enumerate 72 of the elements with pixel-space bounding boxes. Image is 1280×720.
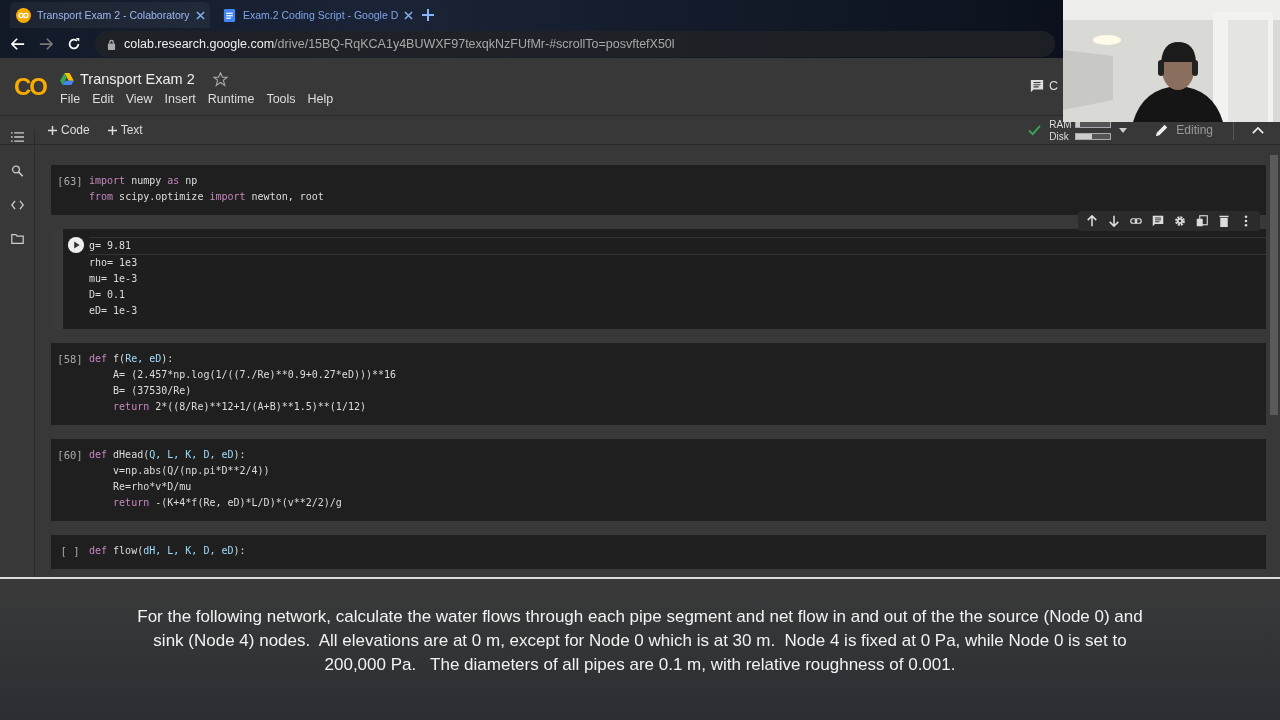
up-arrow-icon[interactable] bbox=[1086, 215, 1098, 227]
back-arrow-icon[interactable] bbox=[11, 37, 25, 51]
code-line: B= (37530/Re) bbox=[112, 384, 193, 398]
code-cell[interactable]: [58] def f(Re, eD): A= (2.457*np.log(1/((7./Re)**0.9+0.27*eD)))**16 B= (37530/Re) return 2*((8/Re)**12+1/(A+B)**1.5)**(1/12) bbox=[51, 343, 1266, 425]
plus-icon bbox=[107, 125, 117, 135]
url-host: colab.research.google.com bbox=[124, 37, 275, 51]
code-line: import numpy as np bbox=[89, 174, 199, 188]
code-line: return -(K+4*f(Re, eD)*L/D)*(v**2/2)/g bbox=[112, 496, 343, 510]
colab-logo[interactable]: CO bbox=[0, 72, 60, 101]
scrollbar[interactable] bbox=[1270, 155, 1278, 415]
execution-count: [58] bbox=[57, 352, 83, 367]
comment-label[interactable]: C bbox=[1048, 79, 1058, 93]
browser-tab[interactable]: Exam.2 Coding Script - Google D bbox=[216, 2, 416, 28]
settings-icon[interactable] bbox=[1174, 215, 1186, 227]
code-line: A= (2.457*np.log(1/((7./Re)**0.9+0.27*eD)))**16 bbox=[112, 368, 398, 382]
code-line: mu= 1e-3 bbox=[89, 272, 139, 286]
execution-count: [63] bbox=[57, 174, 83, 189]
lock-icon bbox=[107, 38, 116, 50]
down-arrow-icon[interactable] bbox=[1108, 215, 1120, 227]
code-cell[interactable]: [60] def dHead(Q, L, K, D, eD): v=np.abs(Q/(np.pi*D**2/4)) Re=rho*v*D/mu return -(K+4*f(Re, eD)*L/D)*(v**2/2)/g bbox=[51, 439, 1266, 521]
run-button[interactable] bbox=[67, 236, 85, 254]
plus-icon bbox=[48, 125, 57, 135]
menu-item[interactable]: Help bbox=[307, 92, 334, 106]
collapse-caret-icon[interactable] bbox=[1252, 126, 1264, 134]
code-line: from scipy.optimize import newton, root bbox=[89, 190, 325, 204]
code-line: v=np.abs(Q/(np.pi*D**2/4)) bbox=[112, 464, 271, 478]
address-bar[interactable]: colab.research.google.com/drive/15BQ-RqKCA1y4BUWXF97texqkNzFUfMr-#scrollTo=posvftefX50l bbox=[95, 31, 1055, 57]
code-line: g= 9.81 bbox=[89, 237, 1266, 255]
execution-count: [60] bbox=[57, 448, 83, 463]
comment-icon[interactable] bbox=[1152, 215, 1164, 227]
document-icon bbox=[222, 7, 237, 23]
star-icon[interactable] bbox=[212, 71, 228, 87]
code-line: def f(Re, eD): bbox=[89, 352, 175, 366]
mirror-cell-icon[interactable] bbox=[1196, 215, 1208, 227]
folder-icon[interactable] bbox=[10, 233, 24, 245]
drive-icon bbox=[60, 73, 74, 85]
menu-item[interactable]: Insert bbox=[164, 92, 196, 106]
code-line: rho= 1e3 bbox=[89, 256, 139, 270]
add-cell-button[interactable]: Text bbox=[101, 120, 149, 140]
browser-tab[interactable]: Transport Exam 2 - Colaboratory bbox=[10, 2, 210, 28]
menu-item[interactable]: Edit bbox=[92, 92, 114, 106]
menu-item[interactable]: View bbox=[125, 92, 153, 106]
menu-item[interactable]: File bbox=[60, 92, 81, 106]
close-icon[interactable] bbox=[195, 10, 205, 20]
code-line: def flow(dH, L, K, D, eD): bbox=[89, 544, 247, 558]
code-line: def dHead(Q, L, K, D, eD): bbox=[89, 448, 247, 462]
code-icon[interactable] bbox=[10, 199, 24, 211]
url-path: /drive/15BQ-RqKCA1y4BUWXF97texqkNzFUfMr-#scrollTo=posvftefX50l bbox=[274, 37, 675, 51]
search-icon[interactable] bbox=[10, 165, 24, 177]
meter-label: Disk bbox=[1049, 130, 1070, 142]
close-icon[interactable] bbox=[404, 10, 414, 20]
code-line: eD= 1e-3 bbox=[89, 304, 139, 318]
code-cell[interactable]: [63] import numpy as np from scipy.optimize import newton, root bbox=[51, 165, 1266, 215]
forward-arrow-icon[interactable] bbox=[39, 37, 53, 51]
menu-item[interactable]: Tools bbox=[266, 92, 296, 106]
menu-icon[interactable] bbox=[10, 131, 24, 143]
dropdown-caret-icon[interactable] bbox=[1119, 127, 1128, 133]
colab-logo-icon bbox=[16, 7, 31, 23]
link-icon[interactable] bbox=[1130, 215, 1142, 227]
caption-text: For the following network, calculate the water flows through each pipe segment and net flow in and out of the the source (Node 0) and sink (Node 4) nodes. All elevations are at 0 m, except for Node 0 which is at 30 m. Node 4 is fixed at 0 Pa, while Node 0 is set to 200,000 Pa. The diameters of all pipes are 0.1 m, with relative roughness of 0.001. bbox=[136, 606, 1144, 676]
reload-icon[interactable] bbox=[67, 37, 81, 51]
code-line: return 2*((8/Re)**12+1/(A+B)**1.5)**(1/12) bbox=[112, 400, 367, 414]
execution-count: [ ] bbox=[60, 544, 80, 559]
code-cell[interactable]: [ ] def flow(dH, L, K, D, eD): bbox=[51, 535, 1266, 569]
new-tab-icon[interactable] bbox=[422, 9, 434, 21]
add-cell-button[interactable]: Code bbox=[42, 120, 96, 140]
notebook-title[interactable]: Transport Exam 2 bbox=[80, 71, 195, 87]
menu-item[interactable]: Runtime bbox=[207, 92, 255, 106]
code-line: Re=rho*v*D/mu bbox=[112, 480, 193, 494]
comment-icon[interactable] bbox=[1030, 79, 1044, 93]
code-line: D= 0.1 bbox=[89, 288, 127, 302]
trash-icon[interactable] bbox=[1218, 215, 1230, 227]
